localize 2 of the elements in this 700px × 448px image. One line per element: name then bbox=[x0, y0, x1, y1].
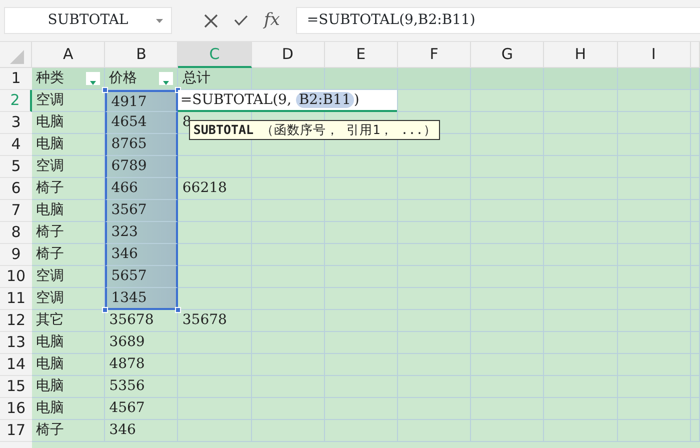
range-reference: B2:B11 bbox=[296, 92, 354, 108]
function-tooltip: SUBTOTAL （函数序号， 引用1， ...） bbox=[189, 120, 440, 140]
